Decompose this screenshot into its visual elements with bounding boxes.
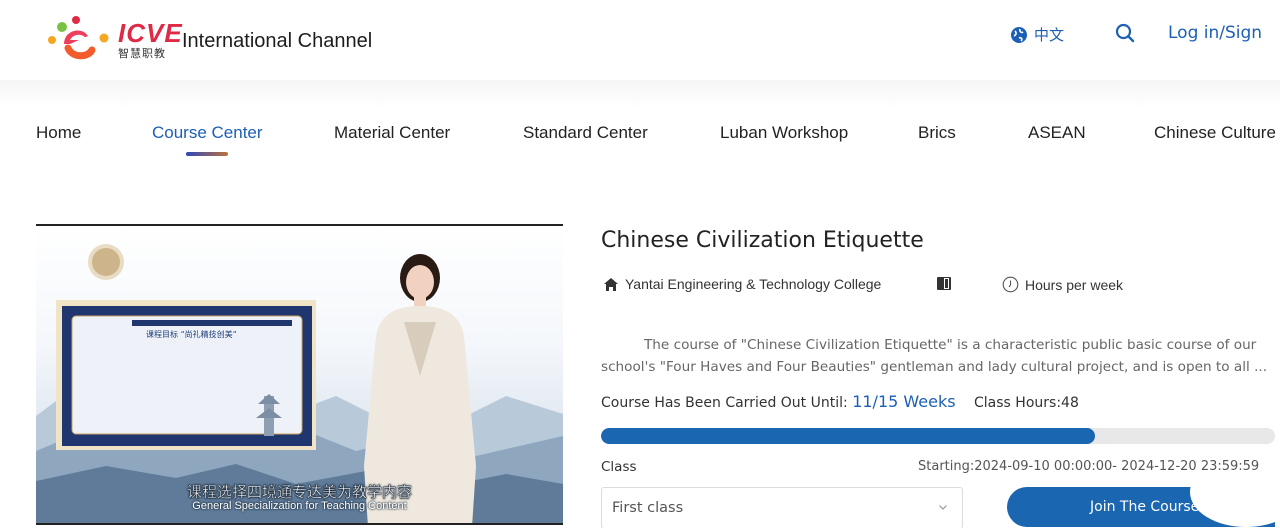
progress-bar-fill: [601, 428, 1096, 444]
logo-icon[interactable]: [42, 10, 118, 62]
join-course-button[interactable]: Join The Course: [1007, 487, 1275, 527]
login-link[interactable]: Log in/Sign: [1168, 23, 1280, 43]
school-info: Yantai Engineering & Technology College: [603, 276, 881, 292]
join-button-curve: [1190, 487, 1275, 527]
clock-icon: [1002, 276, 1019, 293]
slide-title: 课程目标 “尚礼精技创美”: [146, 330, 237, 339]
progress-weeks: 11/15 Weeks: [852, 392, 956, 411]
course-description: The course of "Chinese Civilization Etiq…: [601, 334, 1276, 378]
nav-item-chinese-culture[interactable]: Chinese Culture: [1154, 123, 1276, 143]
language-label: 中文: [1034, 26, 1065, 44]
description-line-1: The course of "Chinese Civilization Etiq…: [644, 337, 1257, 353]
nav-item-course-center[interactable]: Course Center: [152, 123, 263, 143]
nav-item-home[interactable]: Home: [36, 123, 81, 143]
course-dates: Starting:2024-09-10 00:00:00- 2024-12-20…: [918, 459, 1260, 474]
nav-item-brics[interactable]: Brics: [918, 123, 956, 143]
chevron-down-icon: [939, 505, 947, 510]
hours-per-week-label: Hours per week: [1025, 276, 1124, 293]
class-select[interactable]: First class: [601, 487, 963, 528]
nav-item-material-center[interactable]: Material Center: [334, 123, 450, 143]
brand-subtitle: 智慧职教: [118, 47, 166, 60]
nav-active-indicator: [186, 152, 228, 156]
search-icon[interactable]: [1114, 22, 1136, 44]
class-select-value: First class: [612, 500, 684, 516]
globe-icon: [1011, 26, 1027, 43]
course-progress-text: Course Has Been Carried Out Until: 11/15…: [601, 392, 1079, 411]
description-line-2: school's "Four Haves and Four Beauties" …: [601, 359, 1268, 375]
class-hours: Class Hours:48: [974, 395, 1079, 411]
language-switch[interactable]: 中文: [1010, 24, 1064, 45]
nav-item-luban-workshop[interactable]: Luban Workshop: [720, 123, 848, 143]
book-icon: [937, 277, 951, 290]
book-info: [936, 276, 952, 291]
progress-bar: [601, 428, 1275, 444]
join-course-label: Join The Course: [1090, 499, 1200, 515]
class-label: Class: [601, 459, 637, 475]
progress-label: Course Has Been Carried Out Until:: [601, 395, 848, 411]
nav-item-standard-center[interactable]: Standard Center: [523, 123, 648, 143]
course-video[interactable]: 课程目标 “尚礼精技创美” 课程选择四境通专达美为教学内容 General Sp…: [36, 224, 563, 525]
video-subtitle-chinese: 课程选择四境通专达美为教学内容: [186, 483, 412, 501]
course-title: Chinese Civilization Etiquette: [601, 228, 924, 253]
school-name: Yantai Engineering & Technology College: [625, 276, 882, 292]
brand-name: ICVE: [118, 18, 183, 48]
home-icon: [604, 277, 618, 291]
video-subtitle-english: General Specialization for Teaching Cont…: [192, 500, 407, 512]
main-nav: Home Course Center Material Center Stand…: [0, 80, 1280, 180]
hours-info: Hours per week: [1002, 276, 1123, 293]
nav-item-asean[interactable]: ASEAN: [1028, 123, 1086, 143]
top-header: ICVE 智慧职教 International Channel 中文 Log i…: [0, 0, 1280, 80]
site-title: International Channel: [182, 30, 373, 52]
